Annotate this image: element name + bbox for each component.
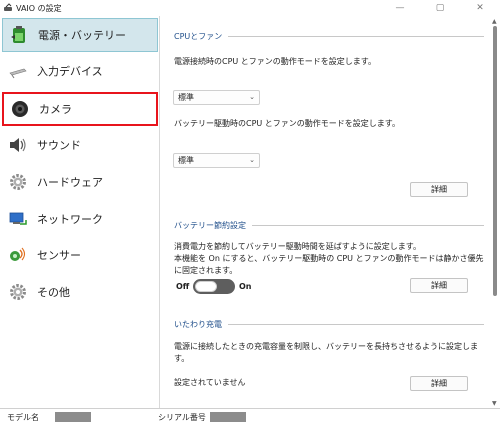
section-divider xyxy=(252,225,484,226)
sidebar-item-power-battery[interactable]: 電源・バッテリー xyxy=(2,18,158,52)
sidebar-item-hardware[interactable]: ハードウェア xyxy=(2,165,158,199)
battery-mode-description: バッテリー駆動時のCPU とファンの動作モードを設定します。 xyxy=(174,119,401,128)
model-name-label: モデル名 xyxy=(7,413,39,422)
content-scrollbar[interactable] xyxy=(493,26,497,296)
close-icon: ✕ xyxy=(476,3,484,13)
sidebar-item-network[interactable]: ネットワーク xyxy=(2,202,158,236)
toggle-off-label: Off xyxy=(176,282,190,291)
scroll-down-icon[interactable]: ▼ xyxy=(492,400,497,407)
battery-mode-select[interactable]: 標準 ⌄ xyxy=(173,153,260,168)
section-title: いたわり充電 xyxy=(174,320,222,329)
sidebar-item-label: センサー xyxy=(37,249,81,262)
maximize-icon: ▢ xyxy=(435,3,445,13)
gear-icon xyxy=(8,282,28,302)
chevron-down-icon: ⌄ xyxy=(249,156,255,164)
sidebar-item-label: サウンド xyxy=(37,139,81,152)
battery-saving-toggle[interactable] xyxy=(193,279,235,294)
sidebar: 電源・バッテリー 入力デバイス カメラ サウンド ハードウェア ネットワーク セ… xyxy=(0,16,160,408)
toggle-knob xyxy=(195,281,217,292)
status-bar: モデル名 シリアル番号 xyxy=(0,408,500,423)
care-charge-detail-button[interactable]: 詳細 xyxy=(410,376,468,391)
chevron-down-icon: ⌄ xyxy=(249,93,255,101)
battery-saving-description-3: に固定されます。 xyxy=(174,266,238,275)
ac-mode-description: 電源接続時のCPU とファンの動作モードを設定します。 xyxy=(174,57,377,66)
sensor-icon xyxy=(8,245,28,265)
sidebar-item-label: ハードウェア xyxy=(37,176,103,189)
camera-icon xyxy=(10,99,30,119)
sidebar-item-camera[interactable]: カメラ xyxy=(2,92,158,126)
section-title: CPUとファン xyxy=(174,32,223,41)
serial-number-value-redacted xyxy=(210,412,246,422)
sidebar-item-sensor[interactable]: センサー xyxy=(2,238,158,272)
serial-number-label: シリアル番号 xyxy=(158,413,206,422)
ac-mode-select[interactable]: 標準 ⌄ xyxy=(173,90,260,105)
scroll-up-icon[interactable]: ▲ xyxy=(492,18,497,25)
speaker-icon xyxy=(8,135,28,155)
network-icon xyxy=(8,209,28,229)
model-name-value-redacted xyxy=(55,412,91,422)
section-cpu-fan-header: CPUとファン xyxy=(174,31,484,42)
care-charge-description-2: す。 xyxy=(174,354,190,363)
stylus-icon xyxy=(8,61,28,81)
sidebar-item-label: 電源・バッテリー xyxy=(38,29,126,42)
battery-saving-description-2: 本機能を On にすると、バッテリー駆動時の CPU とファンの動作モードは静か… xyxy=(174,254,484,263)
section-divider xyxy=(228,324,484,325)
battery-saving-description-1: 消費電力を節約してバッテリー駆動時間を延ばすように設定します。 xyxy=(174,242,421,251)
minimize-icon: — xyxy=(395,3,405,13)
ac-mode-value: 標準 xyxy=(178,93,194,102)
section-battery-saving-header: バッテリー節約設定 xyxy=(174,220,484,231)
sidebar-item-label: カメラ xyxy=(39,103,72,116)
cpu-fan-detail-button[interactable]: 詳細 xyxy=(410,182,468,197)
battery-saving-detail-button[interactable]: 詳細 xyxy=(410,278,468,293)
section-divider xyxy=(228,36,484,37)
toggle-on-label: On xyxy=(239,282,252,291)
window-title: VAIO の設定 xyxy=(16,4,62,13)
close-button[interactable]: ✕ xyxy=(460,0,500,16)
section-title: バッテリー節約設定 xyxy=(174,221,246,230)
maximize-button[interactable]: ▢ xyxy=(420,0,460,16)
battery-icon xyxy=(9,25,29,45)
vaio-settings-icon xyxy=(4,3,12,11)
section-care-charge-header: いたわり充電 xyxy=(174,319,484,330)
sidebar-item-label: ネットワーク xyxy=(37,213,103,226)
care-charge-status: 設定されていません xyxy=(174,378,246,387)
sidebar-item-other[interactable]: その他 xyxy=(2,275,158,309)
minimize-button[interactable]: — xyxy=(380,0,420,16)
title-bar: VAIO の設定 — ▢ ✕ xyxy=(0,0,500,16)
sidebar-item-label: その他 xyxy=(37,286,70,299)
sidebar-item-sound[interactable]: サウンド xyxy=(2,128,158,162)
care-charge-description-1: 電源に接続したときの充電容量を制限し、バッテリーを長持ちさせるように設定しま xyxy=(174,342,478,351)
gear-icon xyxy=(8,172,28,192)
battery-mode-value: 標準 xyxy=(178,156,194,165)
sidebar-item-label: 入力デバイス xyxy=(37,65,103,78)
sidebar-item-input-devices[interactable]: 入力デバイス xyxy=(2,54,158,88)
